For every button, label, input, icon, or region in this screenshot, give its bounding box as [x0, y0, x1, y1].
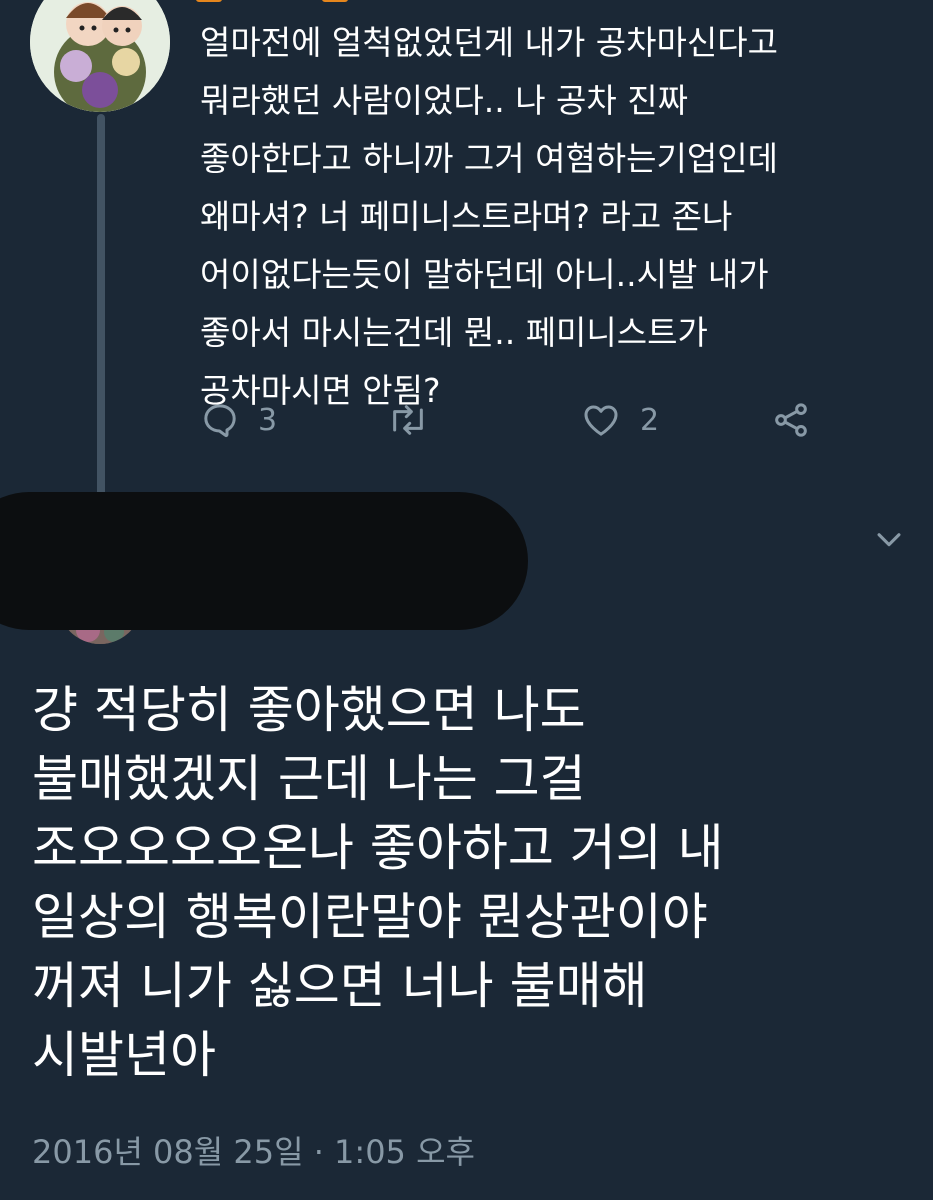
heart-icon [584, 405, 618, 436]
main-tweet-text: 걍 적당히 좋아했으면 나도 불매했겠지 근데 나는 그걸 조오오오오온나 좋아… [32, 681, 724, 1084]
share-button[interactable] [770, 390, 812, 450]
reply-count: 3 [258, 402, 278, 438]
speech-bubble-icon [204, 404, 236, 438]
thread-connector-line [97, 114, 105, 496]
reply-header-peek [196, 0, 348, 2]
retweet-icon [393, 405, 423, 435]
like-button[interactable]: 2 [580, 390, 659, 450]
reply-tweet-text: 얼마전에 얼척없었던게 내가 공차마신다고 뭐라했던 사람이었다.. 나 공차 … [200, 23, 778, 410]
censor-bar [0, 492, 528, 630]
avatar-image [30, 0, 170, 112]
tweet-menu-button[interactable] [872, 522, 906, 556]
reply-author-avatar[interactable] [30, 0, 170, 112]
share-icon [775, 403, 807, 437]
like-count: 2 [640, 402, 660, 438]
retweet-button[interactable] [386, 390, 430, 450]
reply-action-bar: 3 2 [196, 390, 836, 450]
chevron-down-icon [877, 533, 901, 547]
tweet-timestamp[interactable]: 2016년 08월 25일 · 1:05 오후 [32, 1128, 475, 1176]
reply-button[interactable]: 3 [200, 390, 277, 450]
